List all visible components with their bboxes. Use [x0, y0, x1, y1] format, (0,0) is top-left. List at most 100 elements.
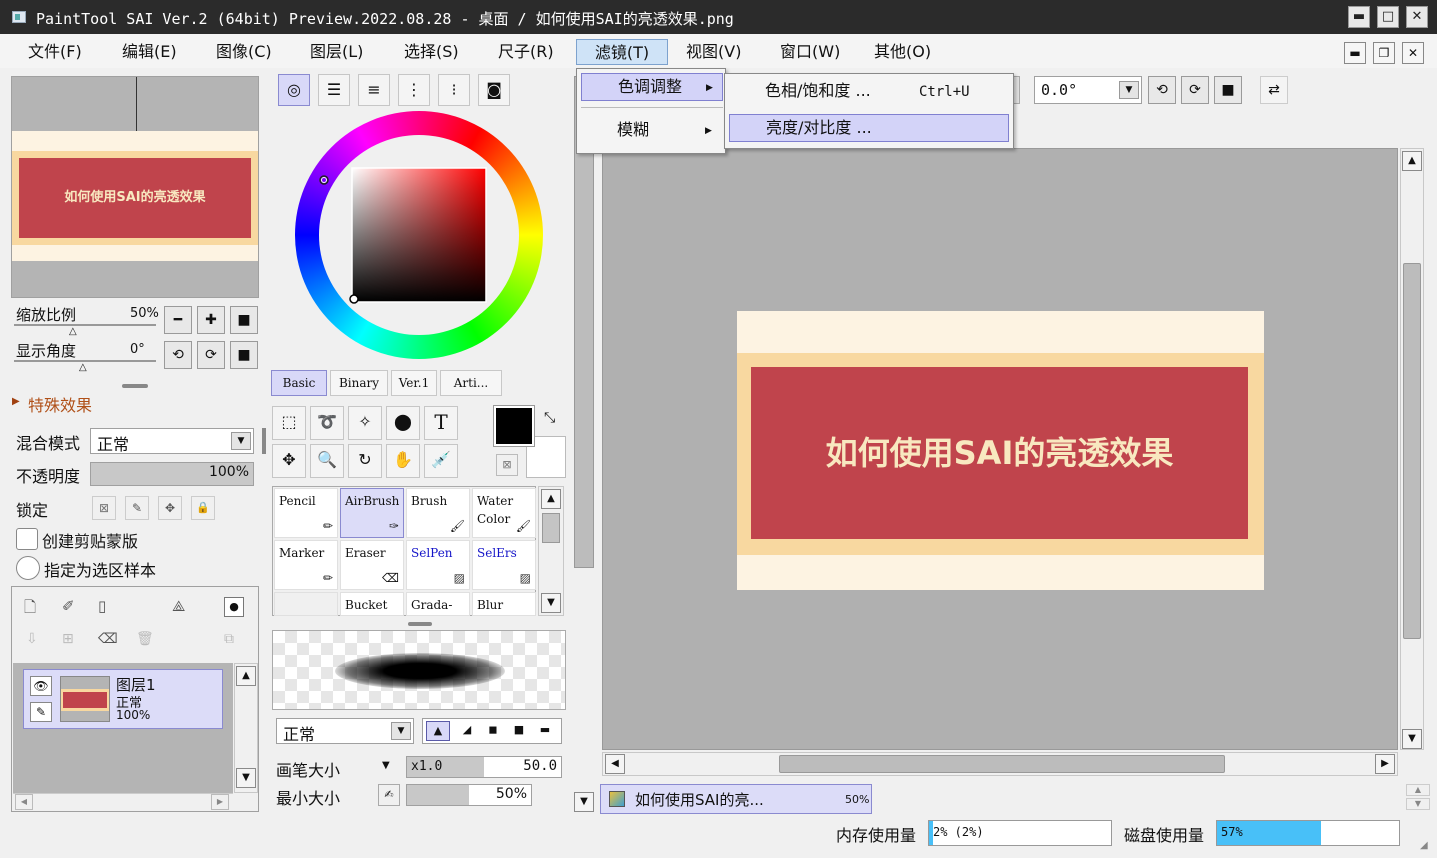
canvas-hscroll-thumb[interactable] — [779, 755, 1225, 773]
tab-scroll-down[interactable]: ▼ — [1406, 798, 1430, 810]
layer-list-scrollbar[interactable]: ▲ ▼ — [234, 663, 258, 793]
menu-layer[interactable]: 图层(L) — [306, 39, 367, 65]
canvas-scroll-up[interactable]: ▲ — [1402, 151, 1422, 171]
panel-resize-grip[interactable] — [262, 428, 266, 454]
tool-panel-scroll-down[interactable]: ▼ — [574, 792, 594, 812]
flip-horizontal-icon[interactable]: ⇄ — [1260, 76, 1288, 104]
menu-item-brightness-contrast[interactable]: 亮度/对比度 ... — [729, 114, 1009, 142]
rotate-tool-icon[interactable]: ↻ — [348, 444, 382, 478]
new-folder-icon[interactable]: ▯ — [98, 597, 106, 615]
shape-soft-icon[interactable]: ◢ — [455, 721, 479, 741]
zoom-slider-track[interactable] — [14, 324, 156, 326]
rotate-ccw-button[interactable]: ⟲ — [164, 341, 192, 369]
brush-watercolor[interactable]: Water Color 🖌 — [472, 488, 536, 538]
layer-scroll-up[interactable]: ▲ — [236, 666, 256, 686]
text-tool-icon[interactable]: T — [424, 406, 458, 440]
menu-edit[interactable]: 编辑(E) — [118, 39, 181, 65]
swatch-tab-icon[interactable]: ⋮ — [398, 74, 430, 106]
transparent-color-icon[interactable]: ⊠ — [496, 454, 518, 476]
lock-move-icon[interactable]: ✥ — [158, 496, 182, 520]
rgb-slider-tab-icon[interactable]: ☰ — [318, 74, 350, 106]
chevron-down-icon[interactable]: ▼ — [391, 722, 411, 740]
canvas-rotate-cw-button[interactable]: ⟳ — [1181, 76, 1209, 104]
move-icon[interactable]: ✥ — [272, 444, 306, 478]
hand-icon[interactable]: ✋ — [386, 444, 420, 478]
canvas-scroll-left[interactable]: ◀ — [605, 754, 625, 774]
delete-layer-icon[interactable]: 🗑 — [136, 631, 154, 647]
menu-file[interactable]: 文件(F) — [24, 39, 86, 65]
min-size-pressure-icon[interactable]: ✍ — [378, 784, 400, 806]
brush-blur[interactable]: Blur — [472, 592, 536, 616]
canvas-scroll-right[interactable]: ▶ — [1375, 754, 1395, 774]
eye-icon[interactable]: 👁 — [30, 676, 52, 696]
layer-scroll-down[interactable]: ▼ — [236, 768, 256, 788]
shape-round-icon[interactable]: ◼ — [481, 721, 505, 741]
canvas-scroll-down[interactable]: ▼ — [1402, 729, 1422, 749]
merge-down-icon[interactable]: ⊞ — [62, 631, 74, 647]
layer-row[interactable]: 👁 ✎ 图层1 正常 100% — [23, 669, 223, 729]
zoom-slider-thumb[interactable]: △ — [69, 326, 77, 337]
lock-all-icon[interactable]: 🔒 — [191, 496, 215, 520]
clip-mask-checkbox[interactable] — [16, 528, 38, 550]
lock-transparency-icon[interactable]: ⊠ — [92, 496, 116, 520]
rotate-cw-button[interactable]: ⟳ — [197, 341, 225, 369]
shape-icon[interactable]: ⬤ — [386, 406, 420, 440]
chevron-down-icon[interactable]: ▼ — [1119, 81, 1139, 99]
zoom-out-button[interactable]: ━ — [164, 306, 192, 334]
size-dropdown-icon[interactable]: ▼ — [382, 760, 390, 771]
menu-filter[interactable]: 滤镜(T) — [576, 39, 668, 65]
maximize-button[interactable]: □ — [1377, 6, 1399, 28]
color-wheel[interactable] — [294, 110, 544, 360]
tab-ver1[interactable]: Ver.1 — [391, 370, 437, 396]
new-vector-layer-icon[interactable]: ✐ — [62, 597, 75, 615]
angle-slider-thumb[interactable]: △ — [79, 362, 87, 373]
brush-scroll-thumb[interactable] — [542, 513, 560, 543]
menu-other[interactable]: 其他(O) — [870, 39, 935, 65]
foreground-color-swatch[interactable] — [493, 405, 535, 447]
swap-colors-icon[interactable]: ⤡ — [544, 410, 555, 426]
brush-gradation[interactable]: Grada- — [406, 592, 470, 616]
layer-mask-icon[interactable]: ● — [224, 597, 244, 617]
brush-brush[interactable]: Brush 🖌 — [406, 488, 470, 538]
menu-select[interactable]: 选择(S) — [400, 39, 463, 65]
navigator-preview[interactable]: 如何使用SAI的亮透效果 — [11, 76, 259, 298]
clear-layer-icon[interactable]: ⌫ — [98, 631, 118, 647]
zoom-reset-button[interactable]: ■ — [230, 306, 258, 334]
canvas-view[interactable]: 如何使用SAI的亮透效果 — [602, 148, 1398, 750]
mdi-minimize-button[interactable]: ▬ — [1344, 42, 1366, 64]
tab-binary[interactable]: Binary — [330, 370, 388, 396]
layer-scroll-left[interactable]: ◀ — [15, 794, 33, 810]
document-tab[interactable]: 如何使用SAI的亮... 50% — [600, 784, 872, 814]
blend-mode-select[interactable]: 正常 ▼ — [90, 428, 254, 454]
palette-tab-icon[interactable]: ⁝ — [438, 74, 470, 106]
canvas-angle-select[interactable]: 0.0° ▼ — [1034, 76, 1142, 104]
canvas-rotate-ccw-button[interactable]: ⟲ — [1148, 76, 1176, 104]
splitter-handle[interactable] — [122, 384, 148, 388]
canvas-vscrollbar[interactable]: ▲ ▼ — [1400, 148, 1424, 750]
scratchpad-tab-icon[interactable]: ◙ — [478, 74, 510, 106]
brush-eraser[interactable]: Eraser ⌫ — [340, 540, 404, 590]
brush-airbrush[interactable]: AirBrush ✑ — [340, 488, 404, 538]
shape-square-icon[interactable]: ▬ — [533, 721, 557, 741]
mdi-restore-button[interactable]: ❐ — [1373, 42, 1395, 64]
chevron-down-icon[interactable]: ▼ — [231, 432, 251, 450]
hsv-slider-tab-icon[interactable]: ≡ — [358, 74, 390, 106]
mdi-close-button[interactable]: ✕ — [1402, 42, 1424, 64]
brush-pencil[interactable]: Pencil ✏ — [274, 488, 338, 538]
layer-effect-icon[interactable]: ⟁ — [172, 597, 185, 615]
color-wheel-tab-icon[interactable]: ◎ — [278, 74, 310, 106]
canvas-hscrollbar[interactable]: ◀ ▶ — [602, 752, 1398, 776]
shape-flat-icon[interactable]: ■ — [507, 721, 531, 741]
tool-panel-scrollbar[interactable]: ▼ — [572, 68, 598, 818]
menu-item-color-adjust[interactable]: 色调调整 ▶ — [581, 73, 723, 101]
menu-window[interactable]: 窗口(W) — [776, 39, 844, 65]
tab-basic[interactable]: Basic — [271, 370, 327, 396]
close-button[interactable]: ✕ — [1406, 6, 1428, 28]
eyedropper-icon[interactable]: 💉 — [424, 444, 458, 478]
transfer-down-icon[interactable]: ⇩ — [26, 631, 38, 647]
brush-selers[interactable]: SelErs ▨ — [472, 540, 536, 590]
shape-sharp-icon[interactable]: ▲ — [426, 721, 450, 741]
menu-view[interactable]: 视图(V) — [682, 39, 745, 65]
rect-select-icon[interactable]: ⬚ — [272, 406, 306, 440]
canvas-rotate-reset-button[interactable]: ■ — [1214, 76, 1242, 104]
